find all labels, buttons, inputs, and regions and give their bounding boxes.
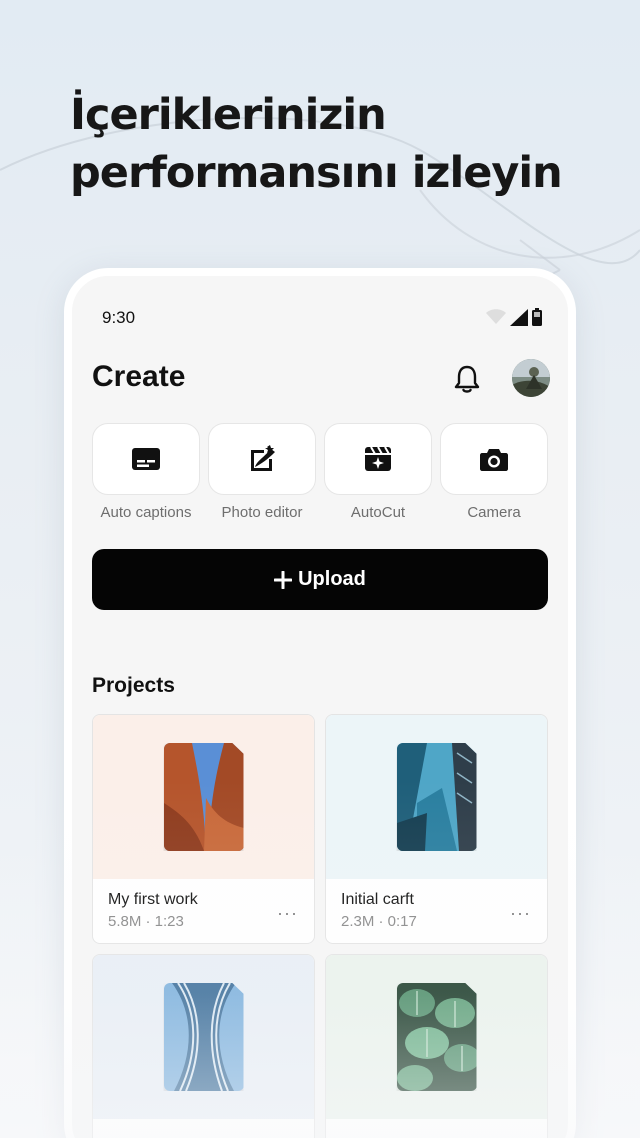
thumbnail-image <box>396 983 477 1091</box>
headline-line-2: performansını izleyin <box>70 148 563 198</box>
tool-photo-editor[interactable]: Photo editor <box>208 423 316 521</box>
signal-icon <box>510 308 528 326</box>
quick-tools: Auto captions Photo editor AutoCut Camer… <box>92 423 548 521</box>
project-name: My first work <box>108 891 198 908</box>
status-time: 9:30 <box>102 308 136 327</box>
photo-edit-icon <box>251 445 275 471</box>
project-card[interactable] <box>325 954 548 1138</box>
project-meta: 5.8M · 1:23 <box>108 913 184 930</box>
tool-auto-captions[interactable]: Auto captions <box>92 423 200 521</box>
project-meta: 2.3M · 0:17 <box>341 913 417 930</box>
phone-frame: 9:30 Create Auto captions Photo editor A… <box>64 268 576 1138</box>
tool-label: Photo editor <box>221 504 303 521</box>
more-options-icon[interactable]: ··· <box>277 903 298 924</box>
thumbnail-image <box>163 983 244 1091</box>
thumbnail-image <box>163 743 244 851</box>
project-name: Initial carft <box>341 891 414 908</box>
project-card[interactable] <box>92 954 315 1138</box>
tool-autocut[interactable]: AutoCut <box>324 423 432 521</box>
projects-title: Projects <box>92 674 175 697</box>
plus-icon <box>274 570 293 589</box>
tool-card[interactable] <box>440 423 548 495</box>
status-icons <box>486 308 542 326</box>
tool-camera[interactable]: Camera <box>440 423 548 521</box>
more-options-icon[interactable]: ··· <box>510 903 531 924</box>
autocut-icon <box>365 446 391 471</box>
tool-label: Camera <box>467 504 521 521</box>
project-thumbnail <box>326 715 547 879</box>
wifi-icon <box>486 309 506 324</box>
upload-label: Upload <box>298 568 366 590</box>
headline-line-1: İçeriklerinizin <box>70 90 387 140</box>
battery-icon <box>532 308 542 326</box>
projects-grid: My first work 5.8M · 1:23 ··· Initial ca… <box>92 714 548 1138</box>
project-thumbnail <box>93 955 314 1119</box>
avatar[interactable] <box>512 359 550 397</box>
project-info: My first work 5.8M · 1:23 ··· <box>93 879 314 943</box>
avatar-image <box>512 359 550 397</box>
project-info: Initial carft 2.3M · 0:17 ··· <box>326 879 547 943</box>
camera-icon <box>480 449 508 471</box>
headline: İçeriklerinizin performansını izleyin <box>70 86 563 202</box>
page-title: Create <box>92 360 186 393</box>
captions-icon <box>132 448 160 470</box>
project-thumbnail <box>93 715 314 879</box>
bell-icon[interactable] <box>450 362 484 396</box>
upload-button[interactable]: Upload <box>92 549 548 610</box>
project-card[interactable]: My first work 5.8M · 1:23 ··· <box>92 714 315 944</box>
project-thumbnail <box>326 955 547 1119</box>
project-card[interactable]: Initial carft 2.3M · 0:17 ··· <box>325 714 548 944</box>
thumbnail-image <box>396 743 477 851</box>
tool-card[interactable] <box>92 423 200 495</box>
tool-card[interactable] <box>324 423 432 495</box>
tool-card[interactable] <box>208 423 316 495</box>
tool-label: Auto captions <box>100 504 192 521</box>
tool-label: AutoCut <box>350 504 406 521</box>
